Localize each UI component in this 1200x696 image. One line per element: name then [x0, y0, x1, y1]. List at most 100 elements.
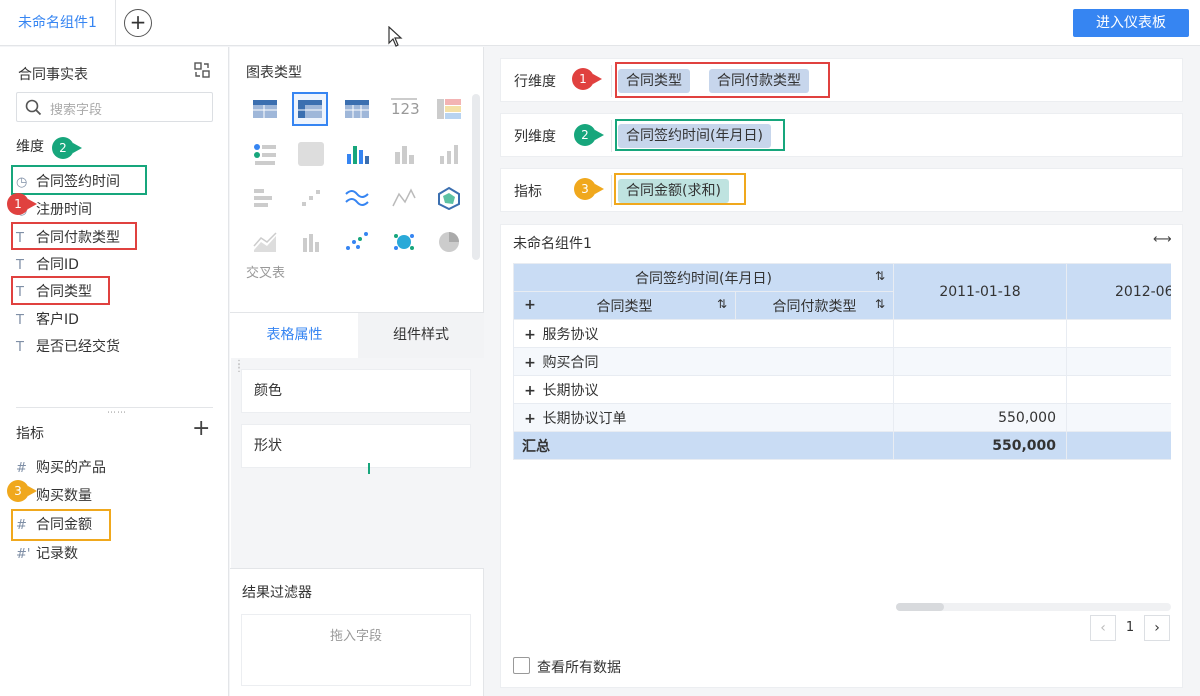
- expand-icon[interactable]: +: [522, 411, 538, 427]
- row-dimension-label: 行维度: [514, 74, 556, 90]
- number-type-icon: #: [16, 461, 27, 476]
- search-placeholder: 搜索字段: [50, 103, 103, 118]
- field-contract-id[interactable]: T 合同ID: [16, 251, 79, 279]
- field-label: 合同ID: [36, 257, 79, 273]
- date-header-1: 2011-01-18: [893, 263, 1067, 320]
- row-label-cell[interactable]: + 长期协议订单: [513, 403, 894, 432]
- total-value-2: 1: [1066, 431, 1171, 460]
- row-label-cell[interactable]: + 购买合同: [513, 347, 894, 376]
- highlight-contract-amount: [11, 509, 111, 541]
- enter-dashboard-button[interactable]: 进入仪表板: [1073, 9, 1189, 37]
- row-header-payment-type[interactable]: 合同付款类型 ⇅: [735, 291, 894, 320]
- field-customer-id[interactable]: T 客户ID: [16, 306, 79, 334]
- dimensions-title: 维度: [16, 139, 44, 155]
- column-chart-icon[interactable]: [436, 142, 462, 170]
- bar-chart-color-icon[interactable]: [344, 142, 370, 170]
- search-field[interactable]: 搜索字段: [16, 92, 213, 122]
- measure-label: 指标: [514, 184, 542, 200]
- scatter-chart-icon[interactable]: [344, 230, 370, 258]
- highlight-col-dims: [615, 119, 785, 151]
- resize-handle-icon[interactable]: ⋯⋯: [107, 408, 127, 418]
- tab-component-style[interactable]: 组件样式: [358, 313, 484, 358]
- next-page-button[interactable]: ›: [1144, 615, 1170, 641]
- sort-icon[interactable]: ⇅: [875, 269, 885, 283]
- kpi-number-icon[interactable]: 123: [391, 98, 420, 120]
- row-label: 长期协议: [542, 382, 599, 399]
- total-row: 汇总 550,000 1: [513, 431, 1171, 460]
- field-record-count[interactable]: #' 记录数: [16, 540, 78, 568]
- separator: [611, 175, 612, 207]
- date-header-2: 2012-06: [1066, 263, 1171, 320]
- measures-title: 指标: [16, 426, 44, 442]
- result-filter-title: 结果过滤器: [242, 585, 312, 601]
- row-header-contract-type[interactable]: + 合同类型 ⇅: [513, 291, 736, 320]
- horizontal-scrollbar[interactable]: [896, 603, 1171, 611]
- separator: [611, 65, 612, 97]
- sort-icon[interactable]: ⇅: [717, 297, 727, 311]
- expand-icon[interactable]: +: [522, 327, 538, 343]
- column-dimension-label: 列维度: [514, 129, 556, 145]
- kpi-card-icon[interactable]: [252, 142, 278, 170]
- expand-icon[interactable]: +: [522, 297, 538, 313]
- stacked-bar-icon[interactable]: [252, 186, 278, 214]
- highlight-row-dims: [615, 62, 830, 98]
- divider: [230, 568, 484, 569]
- bar-chart-icon[interactable]: [391, 142, 417, 170]
- table-row: + 购买合同: [513, 347, 1171, 376]
- kpi-list-icon[interactable]: [436, 98, 462, 120]
- sort-icon[interactable]: ⇅: [875, 297, 885, 311]
- value-cell: [1066, 319, 1171, 348]
- box-plot-icon[interactable]: [298, 230, 324, 258]
- row-label: 服务协议: [542, 326, 599, 343]
- prev-page-button[interactable]: ‹: [1090, 615, 1116, 641]
- table-row: + 长期协议: [513, 375, 1171, 404]
- property-shape[interactable]: 形状: [241, 424, 471, 468]
- badge-2: 2: [574, 124, 604, 146]
- crosstab-table: 合同签约时间(年月日) ⇅ 2011-01-18 2012-06 + 合同类型 ⇅ 合…: [513, 263, 1171, 463]
- scatter-mini-icon[interactable]: [298, 186, 324, 214]
- crosstab-chart-icon[interactable]: [292, 92, 328, 126]
- switch-table-icon[interactable]: [193, 61, 211, 79]
- scrollbar-thumb[interactable]: [896, 603, 944, 611]
- chart-type-scrollbar[interactable]: [472, 94, 480, 260]
- expand-width-icon[interactable]: ⟷: [1153, 232, 1172, 247]
- widget-title: 未命名组件1: [513, 236, 592, 252]
- highlight-sign-time: [11, 165, 147, 195]
- property-color[interactable]: 颜色: [241, 369, 471, 413]
- row-label-cell[interactable]: + 长期协议: [513, 375, 894, 404]
- value-cell: [1066, 347, 1171, 376]
- radar-line-icon[interactable]: [391, 186, 417, 214]
- row-label: 长期协议订单: [542, 410, 627, 427]
- filter-drop-zone[interactable]: 拖入字段: [241, 614, 471, 686]
- pie-chart-icon[interactable]: [436, 230, 462, 258]
- field-delivered[interactable]: T 是否已经交货: [16, 333, 120, 361]
- col-header-cell[interactable]: 合同签约时间(年月日) ⇅: [513, 263, 894, 292]
- search-icon: [25, 99, 42, 116]
- detail-table-icon[interactable]: [344, 98, 370, 120]
- bubble-chart-icon[interactable]: [391, 230, 417, 258]
- row-label-cell[interactable]: + 服务协议: [513, 319, 894, 348]
- table-chart-icon[interactable]: [252, 98, 278, 120]
- tab-component[interactable]: 未命名组件1: [0, 0, 116, 46]
- field-product[interactable]: # 购买的产品: [16, 454, 106, 482]
- area-chart-icon[interactable]: [252, 230, 278, 258]
- heatmap-icon[interactable]: [298, 142, 324, 166]
- value-cell: [893, 319, 1067, 348]
- table-row: + 长期协议订单 550,000: [513, 403, 1171, 432]
- table-name: 合同事实表: [18, 67, 88, 83]
- view-all-checkbox[interactable]: [513, 657, 530, 674]
- add-measure-button[interactable]: +: [192, 418, 210, 440]
- highlight-measure: [614, 173, 746, 205]
- row-dimension-area[interactable]: 行维度 合同类型 合同付款类型: [500, 58, 1183, 102]
- line-chart-icon[interactable]: [344, 186, 370, 214]
- add-tab-button[interactable]: +: [124, 9, 152, 37]
- badge-1: 1: [572, 68, 602, 90]
- field-label: 是否已经交货: [36, 339, 120, 355]
- expand-icon[interactable]: +: [522, 355, 538, 371]
- value-cell: 550,000: [893, 403, 1067, 432]
- expand-icon[interactable]: +: [522, 383, 538, 399]
- radar-chart-icon[interactable]: [436, 186, 462, 214]
- badge-2: 2: [52, 137, 82, 159]
- tab-table-properties[interactable]: 表格属性: [231, 313, 358, 358]
- field-label: 客户ID: [36, 312, 79, 328]
